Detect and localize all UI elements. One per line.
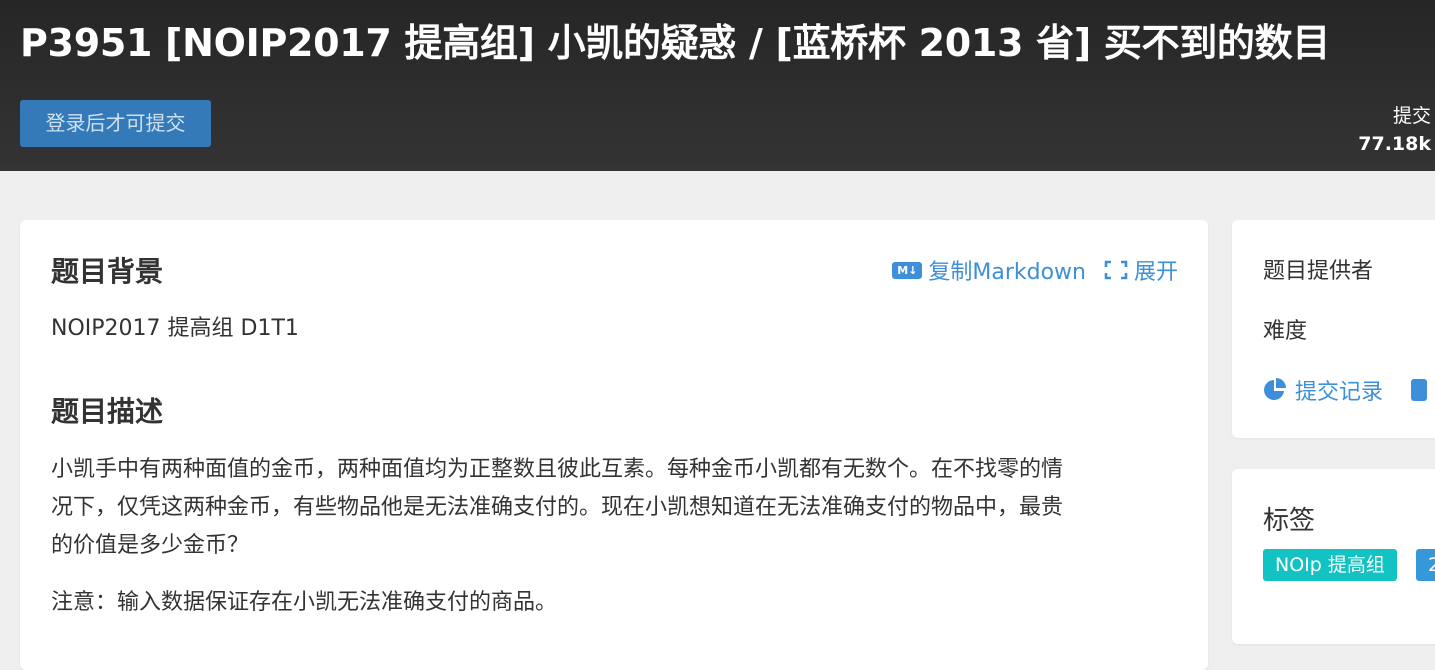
description-line: 的价值是多少金币？ bbox=[51, 533, 250, 558]
provider-label: 题目提供者 bbox=[1263, 259, 1374, 284]
description-text: 小凯手中有两种面值的金币，两种面值均为正整数且彼此互素。每种金币小凯都有无数个。… bbox=[51, 451, 1063, 565]
copy-markdown-link[interactable]: 复制Markdown bbox=[928, 254, 1086, 286]
description-line: 况下，仅凭这两种金币，有些物品他是无法准确支付的。现在小凯想知道在无法准确支付的… bbox=[51, 495, 1064, 520]
problem-info-card: 题目提供者 难度 提交记录 bbox=[1232, 220, 1435, 438]
content-actions: M↓ 复制Markdown 展开 bbox=[892, 254, 1178, 286]
submission-records-link[interactable]: 提交记录 bbox=[1263, 374, 1428, 406]
background-heading: 题目背景 bbox=[51, 255, 164, 288]
submission-stat: 提交 77.18k bbox=[1358, 103, 1431, 159]
markdown-icon: M↓ bbox=[892, 261, 923, 279]
difficulty-label: 难度 bbox=[1263, 319, 1308, 344]
pie-chart-icon bbox=[1263, 378, 1287, 402]
problem-header: P3951 [NOIP2017 提高组] 小凯的疑惑 / [蓝桥杯 2013 省… bbox=[0, 0, 1435, 171]
expand-link[interactable]: 展开 bbox=[1134, 254, 1178, 286]
tags-heading: 标签 bbox=[1263, 506, 1316, 536]
more-icon[interactable] bbox=[1411, 379, 1428, 401]
records-link-label: 提交记录 bbox=[1295, 380, 1384, 405]
tag-noip[interactable]: NOIp 提高组 bbox=[1263, 549, 1397, 581]
note-text: 注意：输入数据保证存在小凯无法准确支付的商品。 bbox=[51, 590, 558, 615]
description-line: 小凯手中有两种面值的金币，两种面值均为正整数且彼此互素。每种金币小凯都有无数个。… bbox=[51, 457, 1064, 482]
stat-value: 77.18k bbox=[1358, 133, 1431, 155]
submit-button[interactable]: 登录后才可提交 bbox=[20, 100, 211, 147]
tag-year[interactable]: 2 bbox=[1416, 549, 1435, 581]
stat-label: 提交 bbox=[1392, 105, 1431, 127]
tags-card: 标签 NOIp 提高组 2 bbox=[1232, 469, 1435, 644]
background-text: NOIP2017 提高组 D1T1 bbox=[51, 316, 299, 341]
expand-icon bbox=[1104, 260, 1128, 280]
problem-content-card: 题目背景 M↓ 复制Markdown 展开 NOIP2017 提高组 D1T1 … bbox=[20, 220, 1208, 670]
problem-title: P3951 [NOIP2017 提高组] 小凯的疑惑 / [蓝桥杯 2013 省… bbox=[20, 21, 1331, 65]
description-heading: 题目描述 bbox=[51, 395, 164, 428]
